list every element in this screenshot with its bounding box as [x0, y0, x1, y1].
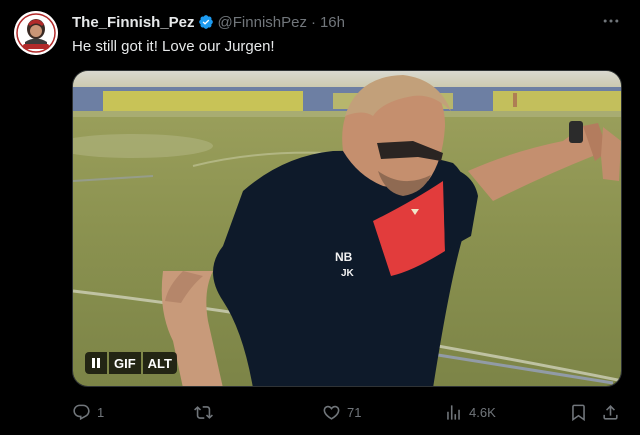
tweet[interactable]: The_Finnish_Pez @FinnishPez · 16h He sti… [0, 0, 640, 435]
reply-button[interactable]: 1 [72, 398, 104, 426]
svg-text:NB: NB [335, 250, 353, 264]
media-badges: GIF ALT [85, 352, 177, 374]
more-button[interactable] [597, 9, 625, 33]
reply-count: 1 [97, 404, 105, 420]
avatar[interactable] [14, 11, 58, 55]
bookmark-icon [572, 404, 585, 421]
retweet-icon [194, 405, 213, 419]
verified-badge-icon[interactable] [198, 14, 214, 30]
retweet-button[interactable] [194, 398, 219, 426]
display-name[interactable]: The_Finnish_Pez [72, 14, 195, 31]
like-count: 71 [347, 404, 362, 420]
views-count: 4.6K [469, 404, 496, 420]
pause-icon [92, 358, 100, 368]
like-button[interactable]: 71 [322, 398, 361, 426]
gif-frame-image: NB JK [73, 71, 621, 386]
action-bar: 1 71 4.6K [72, 398, 630, 426]
tweet-text: He still got it! Love our Jurgen! [72, 38, 275, 55]
views-button[interactable]: 4.6K [444, 398, 496, 426]
gif-badge: GIF [109, 352, 141, 374]
svg-text:JK: JK [341, 268, 355, 279]
share-button[interactable] [601, 398, 620, 426]
pause-button[interactable] [85, 352, 107, 374]
views-icon [447, 404, 460, 420]
tweet-header: The_Finnish_Pez @FinnishPez · 16h [72, 12, 345, 32]
timestamp[interactable]: 16h [320, 14, 345, 31]
more-icon [603, 19, 619, 23]
share-icon [603, 404, 618, 420]
media-gif[interactable]: NB JK GIF ALT [72, 70, 622, 387]
alt-badge[interactable]: ALT [142, 352, 177, 374]
avatar-logo-icon [14, 11, 58, 55]
heart-icon [323, 405, 340, 420]
handle[interactable]: @FinnishPez [218, 14, 307, 31]
separator-dot: · [310, 13, 316, 31]
bookmark-button[interactable] [569, 398, 588, 426]
reply-icon [73, 404, 90, 420]
